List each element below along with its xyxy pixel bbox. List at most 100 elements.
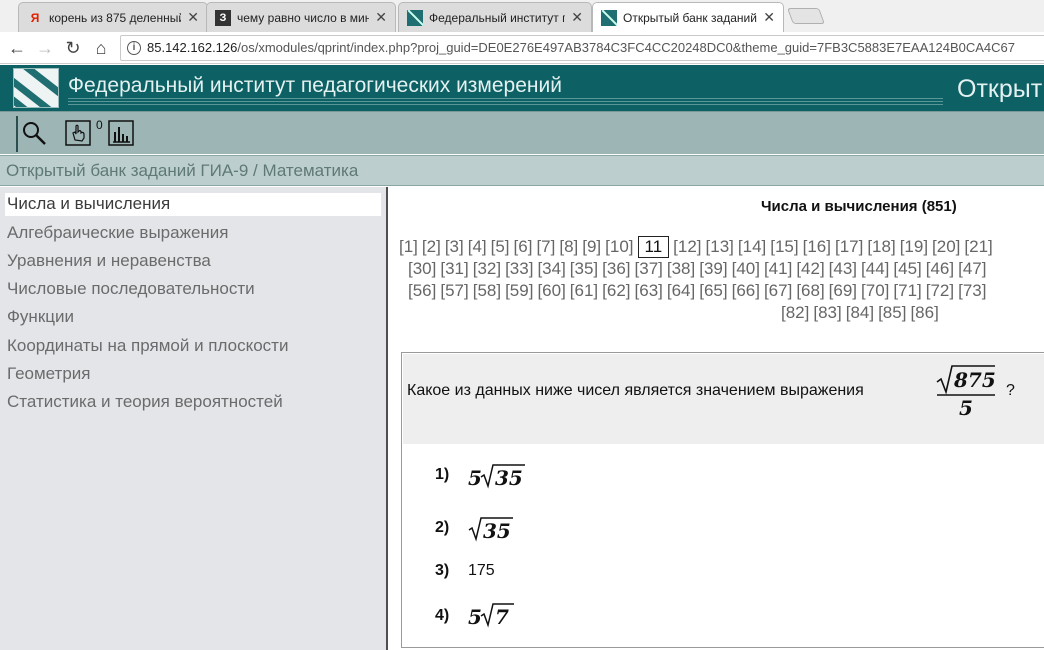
answer-option-3[interactable]: 175 <box>468 562 495 580</box>
close-tab-icon[interactable]: ✕ <box>571 9 583 26</box>
pagination-page-link[interactable]: [4] <box>468 236 487 258</box>
answer-option-2[interactable]: 35 <box>468 512 528 544</box>
home-icon[interactable]: ⌂ <box>89 36 113 60</box>
fipi-logo[interactable] <box>13 68 59 108</box>
sidebar-item-algebraic-expressions[interactable]: Алгебраические выражения <box>5 222 229 245</box>
select-hand-icon[interactable] <box>65 120 91 146</box>
sidebar-item-geometry[interactable]: Геометрия <box>5 363 91 386</box>
decorative-lines <box>68 98 943 107</box>
pagination-page-link[interactable]: [42] <box>796 258 824 280</box>
pagination-page-link[interactable]: [44] <box>861 258 889 280</box>
pagination-page-link[interactable]: [1] <box>399 236 418 258</box>
url-input[interactable]: i 85.142.162.126/os/xmodules/qprint/inde… <box>120 35 1044 61</box>
pagination-page-link[interactable]: [46] <box>926 258 954 280</box>
pagination-page-link[interactable]: [85] <box>878 302 906 324</box>
pagination-page-link[interactable]: [47] <box>958 258 986 280</box>
pagination-page-link[interactable]: [3] <box>445 236 464 258</box>
pagination-page-link[interactable]: [8] <box>559 236 578 258</box>
pagination-page-link[interactable]: [67] <box>764 280 792 302</box>
pagination-page-link[interactable]: [7] <box>536 236 555 258</box>
pagination-page-link[interactable]: [40] <box>732 258 760 280</box>
pagination-page-link[interactable]: [6] <box>514 236 533 258</box>
sidebar-item-numbers[interactable]: Числа и вычисления <box>5 193 381 216</box>
pagination-page-link[interactable]: [31] <box>440 258 468 280</box>
pagination-page-link[interactable]: [65] <box>699 280 727 302</box>
pagination-page-link[interactable]: [39] <box>699 258 727 280</box>
answer-number: 2) <box>435 519 450 536</box>
pagination-page-link[interactable]: [37] <box>635 258 663 280</box>
pagination-row: [30] [31] [32] [33] [34] [35] [36] [37] [38] [39]… <box>408 258 990 280</box>
pagination-page-link[interactable]: [38] <box>667 258 695 280</box>
pagination-page-link[interactable]: [83] <box>813 302 841 324</box>
question-mark: ? <box>1006 382 1015 399</box>
pagination-page-link[interactable]: [61] <box>570 280 598 302</box>
sidebar-item-sequences[interactable]: Числовые последовательности <box>5 278 255 301</box>
pagination-page-link[interactable]: [45] <box>893 258 921 280</box>
answer-option-4[interactable]: 5 7 <box>468 598 528 630</box>
sidebar-item-coordinates[interactable]: Координаты на прямой и плоскости <box>5 335 288 358</box>
pagination-page-link[interactable]: [21] <box>964 236 992 258</box>
znanija-icon: З <box>215 9 231 26</box>
pagination-page-link[interactable]: [34] <box>537 258 565 280</box>
pagination-page-link[interactable]: [17] <box>835 236 863 258</box>
pagination-page-link[interactable]: [20] <box>932 236 960 258</box>
close-tab-icon[interactable]: ✕ <box>187 9 199 26</box>
pagination-page-link[interactable]: [2] <box>422 236 441 258</box>
pagination-page-link[interactable]: [59] <box>505 280 533 302</box>
new-tab-button[interactable] <box>787 8 825 24</box>
pagination-page-link[interactable]: [5] <box>491 236 510 258</box>
pagination-page-link[interactable]: [41] <box>764 258 792 280</box>
pagination-page-link[interactable]: [10] <box>605 236 633 258</box>
pagination-page-link[interactable]: [58] <box>473 280 501 302</box>
pagination-page-link[interactable]: [56] <box>408 280 436 302</box>
pagination-page-link[interactable]: [64] <box>667 280 695 302</box>
sidebar-item-functions[interactable]: Функции <box>5 306 74 329</box>
pagination-page-link[interactable]: [84] <box>846 302 874 324</box>
pagination-page-link[interactable]: [63] <box>635 280 663 302</box>
pagination-page-link[interactable]: [16] <box>803 236 831 258</box>
answer-option-1[interactable]: 5 35 <box>468 459 528 491</box>
pagination-page-link[interactable]: [30] <box>408 258 436 280</box>
pagination-page-link[interactable]: [57] <box>440 280 468 302</box>
info-icon[interactable]: i <box>127 41 141 55</box>
close-tab-icon[interactable]: ✕ <box>763 9 775 26</box>
pagination-page-link[interactable]: [36] <box>602 258 630 280</box>
pagination-page-link[interactable]: [33] <box>505 258 533 280</box>
browser-tab[interactable]: Я корень из 875 деленный на 5 ✕ <box>18 2 208 32</box>
search-icon[interactable] <box>21 120 47 146</box>
pagination-page-link[interactable]: [86] <box>910 302 938 324</box>
pagination-page-link[interactable]: [12] <box>673 236 701 258</box>
statistics-chart-icon[interactable] <box>108 120 134 146</box>
pagination-page-link[interactable]: [15] <box>770 236 798 258</box>
pagination-page-link[interactable]: [73] <box>958 280 986 302</box>
back-arrow-icon[interactable]: ← <box>5 36 29 60</box>
close-tab-icon[interactable]: ✕ <box>375 9 387 26</box>
browser-tab-active[interactable]: Открытый банк заданий ✕ <box>592 2 784 32</box>
pagination-page-link[interactable]: [18] <box>867 236 895 258</box>
pagination-page-link[interactable]: [13] <box>706 236 734 258</box>
pagination-page-link[interactable]: [19] <box>900 236 928 258</box>
pagination-page-link[interactable]: [68] <box>796 280 824 302</box>
pagination-page-link[interactable]: [60] <box>537 280 565 302</box>
pagination-page-link[interactable]: [72] <box>926 280 954 302</box>
pagination-page-link[interactable]: [14] <box>738 236 766 258</box>
reload-icon[interactable]: ↻ <box>61 36 85 60</box>
breadcrumb[interactable]: Открытый банк заданий ГИА-9 / Математика <box>6 161 358 181</box>
pagination-page-link[interactable]: [69] <box>829 280 857 302</box>
forward-arrow-icon[interactable]: → <box>33 36 57 60</box>
pagination-page-link[interactable]: [9] <box>582 236 601 258</box>
sidebar-item-equations[interactable]: Уравнения и неравенства <box>5 250 211 273</box>
pagination-page-link[interactable]: [70] <box>861 280 889 302</box>
pagination-page-link[interactable]: [66] <box>732 280 760 302</box>
pagination-page-link[interactable]: [32] <box>473 258 501 280</box>
pagination-page-link[interactable]: [82] <box>781 302 809 324</box>
browser-tab[interactable]: Федеральный институт п ✕ <box>398 2 592 32</box>
sidebar-item-statistics[interactable]: Статистика и теория вероятностей <box>5 391 283 414</box>
pagination-page-link[interactable]: [62] <box>602 280 630 302</box>
pagination-page-link[interactable]: [71] <box>893 280 921 302</box>
pagination-page-link[interactable]: [35] <box>570 258 598 280</box>
browser-tab[interactable]: З чему равно число в минус ✕ <box>206 2 396 32</box>
browser-tab-strip: Я корень из 875 деленный на 5 ✕ З чему р… <box>0 0 1044 32</box>
answer-number: 1) <box>435 466 450 483</box>
pagination-page-link[interactable]: [43] <box>829 258 857 280</box>
